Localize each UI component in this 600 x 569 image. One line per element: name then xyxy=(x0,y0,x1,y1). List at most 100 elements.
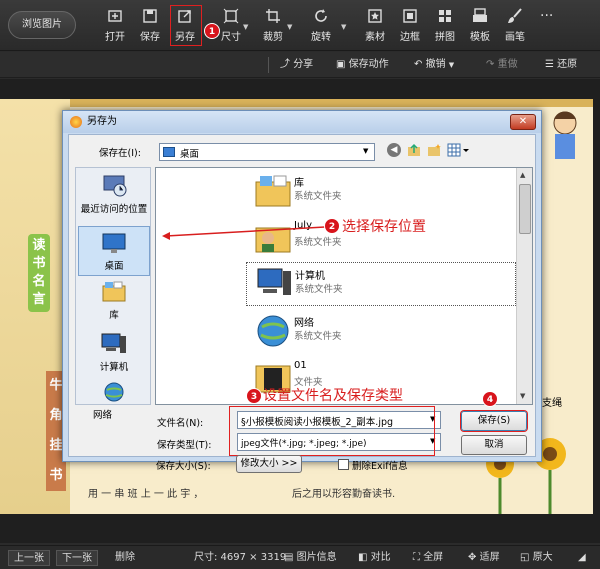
undo-label: 撤销 xyxy=(425,59,446,70)
share-button[interactable]: ⤴ 分享 xyxy=(280,57,313,73)
annotation-select-location: 选择保存位置 xyxy=(342,219,426,235)
material-button[interactable]: 素材 xyxy=(356,6,394,46)
nav-network-label: 网络 xyxy=(93,410,113,421)
cancel-dialog-button[interactable]: 取消 xyxy=(461,435,527,455)
places-bar: 最近访问的位置 桌面 库 计算机 xyxy=(75,167,151,405)
rotate-dropdown-icon[interactable]: ▼ xyxy=(341,23,349,31)
dialog-titlebar[interactable]: 另存为 ✕ xyxy=(63,111,541,133)
border-button[interactable]: 边框 xyxy=(391,6,429,46)
browse-images-button[interactable]: 浏览图片 xyxy=(8,11,76,39)
poster-bottom-right-text: 后之用以形容勤奋读书. xyxy=(292,489,396,500)
file-type: 系统文件夹 xyxy=(294,331,342,342)
save-action-icon: ▣ xyxy=(336,59,346,70)
nav-library-label: 库 xyxy=(109,310,119,321)
exif-label: 删除Exif信息 xyxy=(352,461,408,472)
save-button[interactable]: 保存 xyxy=(131,6,169,46)
annotation-set-name-type: 设置文件名及保存类型 xyxy=(263,388,403,404)
undo-dropdown-icon: ▼ xyxy=(448,61,455,69)
compare-label: 对比 xyxy=(370,552,391,563)
file-list: 库 系统文件夹 July 系统文件夹 计算机 系统文件夹 网络 系统文件夹 01 xyxy=(155,167,533,405)
resize-icon xyxy=(223,8,239,24)
view-menu-icon[interactable] xyxy=(447,143,469,157)
original-size-button[interactable]: ◱ 原大 xyxy=(520,550,553,566)
nav-desktop-label: 桌面 xyxy=(104,261,124,272)
rotate-button[interactable]: 旋转 xyxy=(302,6,340,46)
close-icon[interactable]: ✕ xyxy=(510,114,536,130)
nav-desktop[interactable]: 桌面 xyxy=(78,226,150,276)
undo-button[interactable]: ↶ 撤销 ▼ xyxy=(414,57,454,73)
save-as-highlight xyxy=(170,5,202,46)
collage-label: 拼图 xyxy=(435,32,455,43)
restore-button[interactable]: ☰ 还原 xyxy=(545,57,577,73)
delete-button[interactable]: 删除 xyxy=(110,550,140,566)
border-icon xyxy=(403,9,417,23)
more-button[interactable]: ··· xyxy=(540,8,553,24)
exif-checkbox[interactable] xyxy=(338,459,349,470)
file-item-network[interactable]: 网络 系统文件夹 xyxy=(246,310,516,354)
undo-icon: ↶ xyxy=(414,59,423,70)
save-action-label: 保存动作 xyxy=(348,59,389,70)
template-label: 模板 xyxy=(470,32,490,43)
file-item-library[interactable]: 库 系统文件夹 xyxy=(246,170,516,214)
nav-computer-label: 计算机 xyxy=(99,362,129,373)
filetype-label: 保存类型(T): xyxy=(157,440,212,451)
nav-recent-places[interactable]: 最近访问的位置 xyxy=(78,174,150,224)
new-folder-icon[interactable] xyxy=(427,143,441,157)
network-icon xyxy=(104,382,124,402)
scroll-down-icon[interactable]: ▼ xyxy=(520,392,525,400)
open-button[interactable]: 打开 xyxy=(96,6,134,46)
prev-image-button[interactable]: 上一张 xyxy=(8,550,50,566)
original-size-label: 原大 xyxy=(532,552,553,563)
resize-dropdown-icon[interactable]: ▼ xyxy=(243,23,251,31)
file-type: 系统文件夹 xyxy=(295,284,343,295)
step-badge-3: 3 xyxy=(246,388,262,404)
open-icon xyxy=(108,10,122,22)
info-icon: ▤ xyxy=(284,552,294,563)
save-dialog-button[interactable]: 保存(S) xyxy=(461,411,527,431)
file-list-scrollbar[interactable]: ▲ ▼ xyxy=(516,168,532,404)
fit-screen-label: 适屏 xyxy=(479,552,500,563)
template-button[interactable]: 模板 xyxy=(461,6,499,46)
scrollbar-thumb[interactable] xyxy=(519,184,531,234)
nav-recent-places-label: 最近访问的位置 xyxy=(80,204,148,215)
file-name: 01 xyxy=(294,360,307,371)
computer-icon xyxy=(101,333,126,353)
dialog-body: 保存在(I): 桌面 ▼ ◀ 最近访问的位置 桌面 库 计算机 网络 库 系统文… xyxy=(68,134,536,457)
brush-button[interactable]: 画笔 xyxy=(496,6,534,46)
file-type: 系统文件夹 xyxy=(294,191,342,202)
fullscreen-icon: ⛶ xyxy=(413,552,420,563)
save-in-dropdown[interactable]: 桌面 ▼ xyxy=(159,143,375,161)
file-item-computer[interactable]: 计算机 系统文件夹 xyxy=(246,262,516,306)
desktop-small-icon xyxy=(163,147,175,157)
nav-library[interactable]: 库 xyxy=(78,280,150,330)
recent-places-icon xyxy=(103,175,127,197)
resize-dialog-button[interactable]: 修改大小 >> xyxy=(236,455,302,473)
corner-toggle-icon[interactable]: ◢ xyxy=(578,550,586,566)
fullscreen-button[interactable]: ⛶ 全屏 xyxy=(413,550,443,566)
redo-button[interactable]: ↷ 重做 xyxy=(486,57,518,73)
material-icon xyxy=(368,9,382,23)
next-image-button[interactable]: 下一张 xyxy=(56,550,98,566)
scroll-up-icon[interactable]: ▲ xyxy=(520,171,525,179)
file-name: 网络 xyxy=(294,318,314,329)
up-folder-icon[interactable] xyxy=(407,143,421,157)
library-folder-icon xyxy=(255,175,291,207)
image-size-text: 尺寸: 4697 × 3319 xyxy=(194,552,287,563)
poster-boy-illustration xyxy=(545,109,585,169)
image-info-button[interactable]: ▤ 图片信息 xyxy=(284,550,337,566)
border-label: 边框 xyxy=(400,32,420,43)
save-action-button[interactable]: ▣ 保存动作 xyxy=(336,57,389,73)
fit-screen-button[interactable]: ✥ 适屏 xyxy=(468,550,500,566)
rotate-icon xyxy=(315,9,327,22)
collage-button[interactable]: 拼图 xyxy=(426,6,464,46)
nav-network[interactable] xyxy=(78,382,150,412)
step-badge-4: 4 xyxy=(482,391,498,407)
nav-computer[interactable]: 计算机 xyxy=(78,332,150,382)
action-toolbar: ⤴ 分享 ▣ 保存动作 ↶ 撤销 ▼ ↷ 重做 ☰ 还原 xyxy=(0,52,600,78)
computer-icon xyxy=(257,268,291,295)
back-icon[interactable]: ◀ xyxy=(387,143,401,157)
crop-dropdown-icon[interactable]: ▼ xyxy=(287,23,295,31)
redo-label: 重做 xyxy=(497,59,518,70)
compare-icon: ◧ xyxy=(358,552,368,563)
compare-button[interactable]: ◧ 对比 xyxy=(358,550,391,566)
